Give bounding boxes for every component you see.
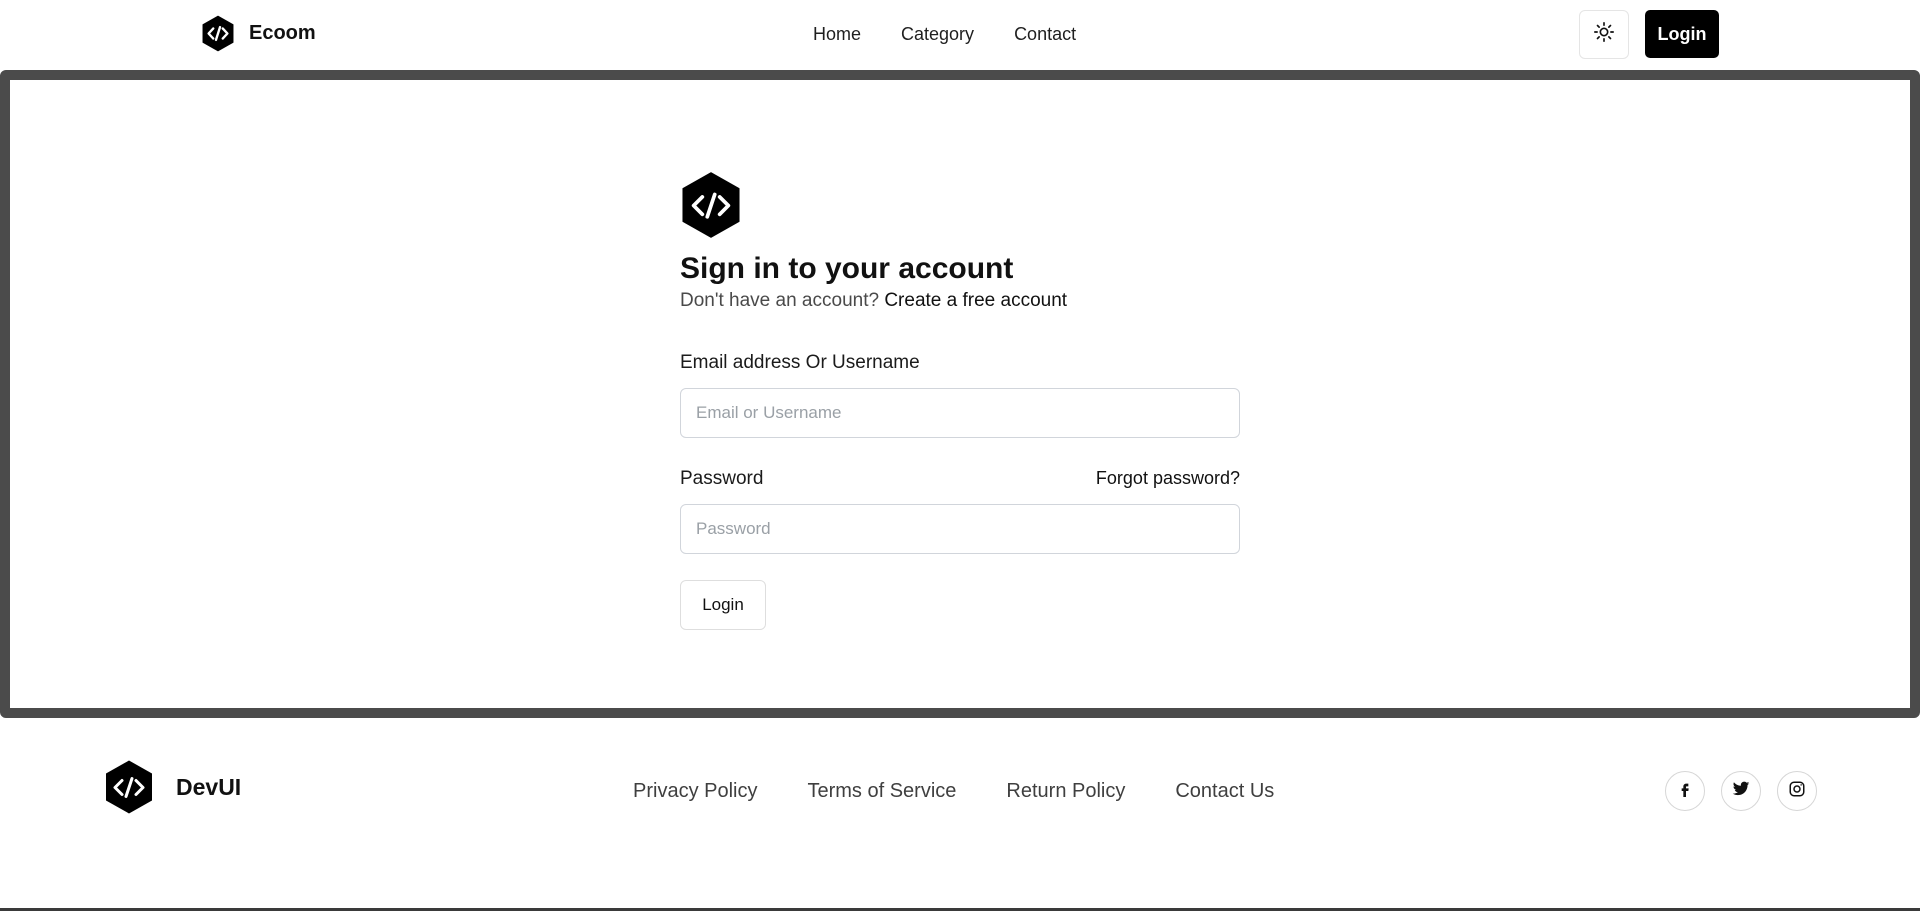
social-links	[1665, 771, 1817, 811]
signup-prompt: Don't have an account? Create a free acc…	[680, 290, 1240, 312]
password-label-row: Password Forgot password?	[680, 468, 1240, 490]
brand[interactable]: Ecoom	[201, 15, 316, 52]
login-submit-button[interactable]: Login	[680, 580, 766, 630]
footer-link-contact[interactable]: Contact Us	[1175, 780, 1274, 803]
email-label: Email address Or Username	[680, 352, 920, 373]
nav-contact[interactable]: Contact	[1014, 24, 1076, 45]
password-input[interactable]	[680, 504, 1240, 554]
header-login-button[interactable]: Login	[1645, 10, 1719, 58]
footer-link-privacy[interactable]: Privacy Policy	[633, 780, 757, 803]
theme-toggle-button[interactable]	[1579, 10, 1629, 59]
facebook-icon	[1677, 781, 1693, 802]
footer-brand-name: DevUI	[176, 773, 242, 800]
footer-brand[interactable]: DevUI	[104, 759, 241, 815]
signin-panel: Sign in to your account Don't have an ac…	[0, 70, 1920, 718]
main-nav: Home Category Contact	[813, 24, 1076, 45]
code-logo-icon	[104, 759, 154, 815]
brand-name: Ecoom	[249, 22, 316, 44]
facebook-link[interactable]	[1665, 771, 1705, 811]
code-logo-icon	[201, 15, 235, 52]
twitter-link[interactable]	[1721, 771, 1761, 811]
signin-form: Sign in to your account Don't have an ac…	[680, 170, 1240, 630]
page-title: Sign in to your account	[680, 252, 1014, 285]
create-account-link[interactable]: Create a free account	[884, 290, 1067, 311]
instagram-icon	[1788, 780, 1806, 803]
instagram-link[interactable]	[1777, 771, 1817, 811]
nav-category[interactable]: Category	[901, 24, 974, 45]
footer-nav: Privacy Policy Terms of Service Return P…	[633, 780, 1274, 803]
forgot-password-link[interactable]: Forgot password?	[1096, 468, 1240, 489]
footer-link-terms[interactable]: Terms of Service	[807, 780, 956, 803]
twitter-icon	[1732, 781, 1750, 802]
navbar: Ecoom Home Category Contact Login	[0, 0, 1920, 70]
footer-link-return[interactable]: Return Policy	[1006, 780, 1125, 803]
nav-home[interactable]: Home	[813, 24, 861, 45]
signup-prompt-text: Don't have an account?	[680, 290, 880, 311]
sun-icon	[1593, 21, 1615, 48]
email-input[interactable]	[680, 388, 1240, 438]
code-logo-icon	[680, 170, 1240, 240]
password-label: Password	[680, 468, 764, 489]
